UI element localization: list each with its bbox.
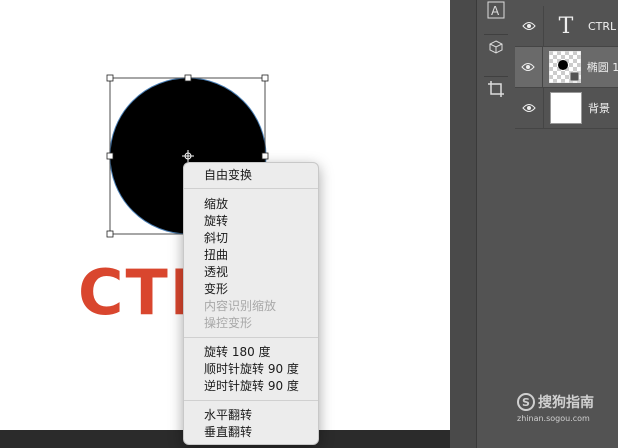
menu-item-warp[interactable]: 变形 xyxy=(204,281,228,297)
layer-name: CTRL xyxy=(588,19,617,33)
layer-name: 椭圆 1 xyxy=(586,61,618,74)
crop-tool-icon[interactable] xyxy=(484,76,508,101)
menu-item-content-aware-scale: 内容识别缩放 xyxy=(204,299,277,313)
menu-item-perspective[interactable]: 透视 xyxy=(204,264,228,280)
divider xyxy=(543,88,544,128)
menu-item-free-transform[interactable]: 自由变换 xyxy=(204,167,252,183)
3d-panel-icon[interactable] xyxy=(484,34,508,59)
handle-top-right xyxy=(261,74,269,82)
svg-text:A: A xyxy=(491,4,500,18)
text-layer-icon: T xyxy=(558,13,574,39)
visibility-eye-icon[interactable] xyxy=(515,21,543,31)
menu-item-rotate-180[interactable]: 旋转 180 度 xyxy=(204,344,271,360)
watermark-name: 搜狗指南 xyxy=(538,395,594,411)
menu-item-rotate-90-cw[interactable]: 顺时针旋转 90 度 xyxy=(204,361,299,377)
sogou-logo-icon: S xyxy=(517,393,535,411)
shape-layer-thumbnail xyxy=(548,50,582,84)
layer-row-background[interactable]: 背景 xyxy=(515,88,618,129)
transform-context-menu: 自由变换 缩放 旋转 斜切 扭曲 透视 变形 内容识别缩放 操控变形 旋转 18… xyxy=(183,162,319,445)
layer-row-text[interactable]: T CTRL xyxy=(515,6,618,47)
handle-top-middle xyxy=(184,74,192,82)
character-panel-icon[interactable]: A xyxy=(484,0,508,20)
menu-separator xyxy=(184,337,318,338)
panel-icon-strip: A xyxy=(476,0,516,448)
divider xyxy=(543,6,544,46)
menu-item-skew[interactable]: 斜切 xyxy=(204,230,228,246)
panel-gutter xyxy=(450,0,476,448)
handle-middle-left xyxy=(106,152,114,160)
menu-item-puppet-warp: 操控变形 xyxy=(204,316,253,330)
divider xyxy=(541,47,543,87)
menu-item-flip-vertical[interactable]: 垂直翻转 xyxy=(204,424,252,440)
watermark-url: zhinan.sogou.com xyxy=(517,414,590,423)
layers-panel: T CTRL 椭圆 1 背景 xyxy=(515,0,618,448)
handle-top-left xyxy=(106,74,114,82)
background-layer-thumbnail xyxy=(550,92,582,124)
menu-item-scale[interactable]: 缩放 xyxy=(204,196,228,212)
menu-separator xyxy=(184,188,318,189)
handle-bottom-left xyxy=(106,230,114,238)
menu-item-flip-horizontal[interactable]: 水平翻转 xyxy=(204,407,252,423)
menu-separator xyxy=(184,400,318,401)
menu-item-rotate-90-ccw[interactable]: 逆时针旋转 90 度 xyxy=(204,378,299,394)
layer-name: 背景 xyxy=(588,102,610,115)
menu-item-rotate[interactable]: 旋转 xyxy=(204,213,228,229)
menu-item-distort[interactable]: 扭曲 xyxy=(204,247,228,263)
watermark: S 搜狗指南 zhinan.sogou.com xyxy=(517,392,594,423)
handle-middle-right xyxy=(261,152,269,160)
visibility-eye-icon[interactable] xyxy=(515,103,543,113)
visibility-eye-icon[interactable] xyxy=(515,62,542,72)
layer-row-ellipse[interactable]: 椭圆 1 xyxy=(515,47,618,88)
